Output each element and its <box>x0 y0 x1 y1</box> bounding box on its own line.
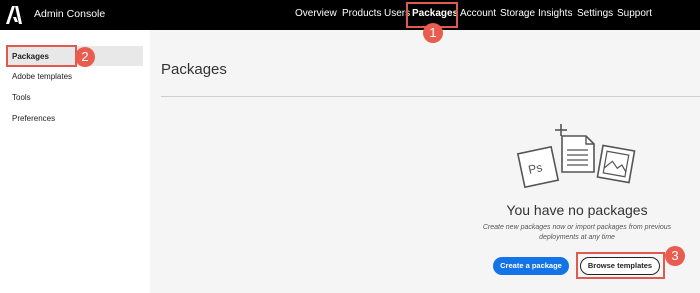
highlight-browse-templates <box>576 252 665 279</box>
add-document-icon <box>555 124 595 173</box>
adobe-logo-icon[interactable] <box>6 6 22 24</box>
annotation-badge-3: 3 <box>665 246 685 266</box>
svg-text:Ps: Ps <box>527 160 544 177</box>
nav-storage[interactable]: Storage <box>500 8 535 19</box>
empty-state-description-line-1: Create new packages now or import packag… <box>482 224 672 231</box>
empty-state-title: You have no packages <box>506 202 648 218</box>
create-package-button[interactable]: Create a package <box>493 257 569 275</box>
nav-support[interactable]: Support <box>617 8 652 19</box>
sidebar-item-preferences[interactable]: Preferences <box>12 114 55 123</box>
sidebar: Packages Adobe templates Tools Preferenc… <box>0 30 150 293</box>
empty-state-description: Create new packages now or import packag… <box>477 223 677 243</box>
annotation-badge-1: 1 <box>423 23 443 43</box>
sidebar-item-tools[interactable]: Tools <box>12 93 31 102</box>
nav-products[interactable]: Products <box>342 8 381 19</box>
nav-overview[interactable]: Overview <box>295 8 337 19</box>
divider <box>161 96 700 97</box>
photoshop-file-icon: Ps <box>516 145 560 189</box>
top-bar: Admin Console Overview Products Users Pa… <box>0 0 700 30</box>
empty-state-description-line-2: deployments at any time <box>539 234 615 241</box>
nav-insights[interactable]: Insights <box>538 8 572 19</box>
nav-account[interactable]: Account <box>460 8 496 19</box>
app-title[interactable]: Admin Console <box>34 8 105 20</box>
sidebar-item-adobe-templates[interactable]: Adobe templates <box>12 72 72 81</box>
image-file-icon <box>596 144 636 184</box>
page-title: Packages <box>161 61 227 78</box>
nav-settings[interactable]: Settings <box>577 8 613 19</box>
annotation-badge-2: 2 <box>75 47 95 67</box>
highlight-packages-sidebar <box>6 45 77 67</box>
empty-state-illustration: Ps <box>516 124 636 189</box>
